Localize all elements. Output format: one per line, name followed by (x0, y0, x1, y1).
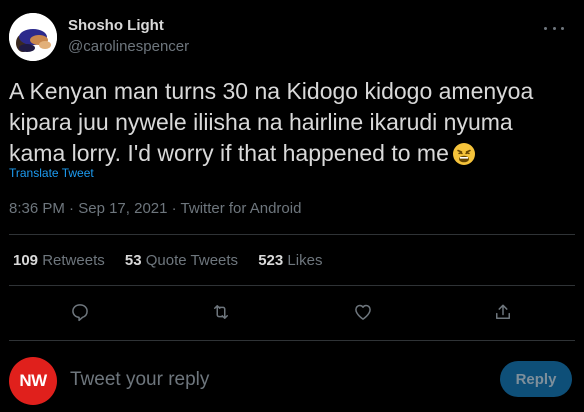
meta-separator: · (69, 200, 75, 217)
retweets-stat[interactable]: 109 Retweets (13, 252, 105, 269)
divider (9, 285, 575, 286)
author-handle[interactable]: @carolinespencer (68, 38, 189, 55)
retweet-icon[interactable] (208, 299, 234, 325)
tweet-date[interactable]: Sep 17, 2021 (78, 200, 167, 217)
quote-tweets-stat[interactable]: 53 Quote Tweets (125, 252, 238, 269)
tweet-source[interactable]: Twitter for Android (181, 200, 302, 217)
quote-tweets-count: 53 (124, 252, 142, 269)
author-avatar[interactable] (9, 13, 57, 61)
divider (9, 234, 575, 235)
meta-separator: · (171, 200, 177, 217)
tweet-detail: Shosho Light @carolinespencer A Kenyan m… (0, 0, 584, 412)
reply-avatar[interactable]: NW (9, 357, 57, 405)
divider (9, 340, 575, 341)
author-name[interactable]: Shosho Light (68, 17, 164, 34)
reply-button[interactable]: Reply (500, 361, 572, 397)
quote-tweets-label: Quote Tweets (145, 252, 239, 269)
likes-count: 523 (258, 252, 284, 269)
action-bar (0, 299, 584, 325)
likes-stat[interactable]: 523 Likes (258, 252, 322, 269)
more-options-icon[interactable] (541, 18, 567, 38)
reply-icon[interactable] (67, 299, 93, 325)
tweet-time[interactable]: 8:36 PM (9, 200, 65, 217)
retweets-label: Retweets (42, 252, 105, 269)
avatar-image (9, 13, 57, 61)
like-icon[interactable] (350, 299, 376, 325)
tweet-stats: 109 Retweets 53 Quote Tweets 523 Likes (13, 252, 338, 269)
share-icon[interactable] (490, 299, 516, 325)
retweets-count: 109 (13, 252, 39, 269)
likes-label: Likes (287, 252, 323, 269)
tweet-meta: 8:36 PM · Sep 17, 2021 · Twitter for And… (9, 200, 301, 217)
weary-face-icon (452, 142, 476, 174)
tweet-text: A Kenyan man turns 30 na Kidogo kidogo a… (9, 76, 575, 174)
reply-input[interactable] (70, 366, 450, 394)
translate-tweet-link[interactable]: Translate Tweet (9, 166, 94, 180)
